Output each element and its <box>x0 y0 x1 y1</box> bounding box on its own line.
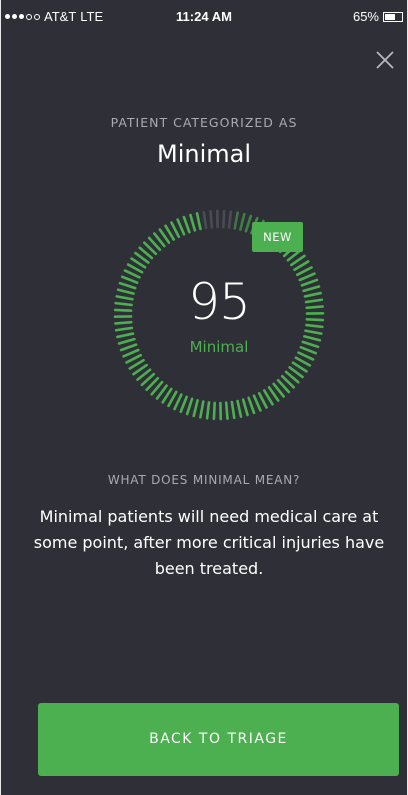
gauge-tick <box>195 212 202 231</box>
gauge-tick <box>199 400 205 419</box>
gauge-tick <box>116 332 135 339</box>
gauge-tick <box>170 221 181 239</box>
gauge-tick <box>126 263 144 274</box>
gauge-tick <box>224 401 229 420</box>
status-right: 65% <box>353 9 403 24</box>
back-to-triage-button[interactable]: BACK TO TRIAGE <box>38 703 399 776</box>
status-time: 11:24 AM <box>176 9 232 24</box>
gauge-tick <box>202 210 208 230</box>
meaning-label: WHAT DOES MINIMAL MEAN? <box>107 473 301 487</box>
gauge-tick <box>176 218 186 236</box>
battery-icon <box>383 11 403 22</box>
gauge-tick <box>252 394 262 412</box>
new-badge: NEW <box>252 222 303 252</box>
gauge-tick <box>304 329 323 335</box>
close-button[interactable] <box>373 48 397 72</box>
status-bar: AT&T LTE 11:24 AM 65% <box>1 0 407 36</box>
gauge-tick <box>179 395 188 414</box>
battery-percent: 65% <box>352 9 379 24</box>
gauge-tick <box>230 400 236 420</box>
gauge-tick <box>189 213 197 232</box>
gauge-tick <box>233 211 239 230</box>
category-title: Minimal <box>156 140 251 168</box>
gauge-tick <box>125 353 143 364</box>
gauge-tick <box>173 393 183 411</box>
gauge-tick <box>167 390 178 408</box>
gauge-tick <box>227 210 233 229</box>
score-status: Minimal <box>189 338 249 356</box>
gauge-tick <box>205 401 211 420</box>
gauge-tick <box>241 398 249 417</box>
gauge-tick <box>212 401 216 421</box>
gauge-tick <box>244 214 253 233</box>
gauge-tick <box>209 210 214 229</box>
score-value: 95 <box>188 273 251 331</box>
meaning-text: Minimal patients will need medical care … <box>33 507 385 578</box>
gauge-tick <box>239 212 246 231</box>
gauge-tick <box>192 399 199 418</box>
category-label: PATIENT CATEGORIZED AS <box>110 115 298 130</box>
gauge-tick <box>294 356 312 367</box>
gauge-tick <box>247 396 256 415</box>
gauge-tick <box>222 209 226 229</box>
triage-result-screen: AT&T LTE 11:24 AM 65% PATIENT CATEGORIZE… <box>0 0 408 795</box>
gauge-tick <box>182 215 191 234</box>
gauge-tick <box>257 391 268 409</box>
close-icon <box>376 51 394 69</box>
gauge-tick <box>185 397 194 416</box>
gauge-tick <box>236 399 243 418</box>
